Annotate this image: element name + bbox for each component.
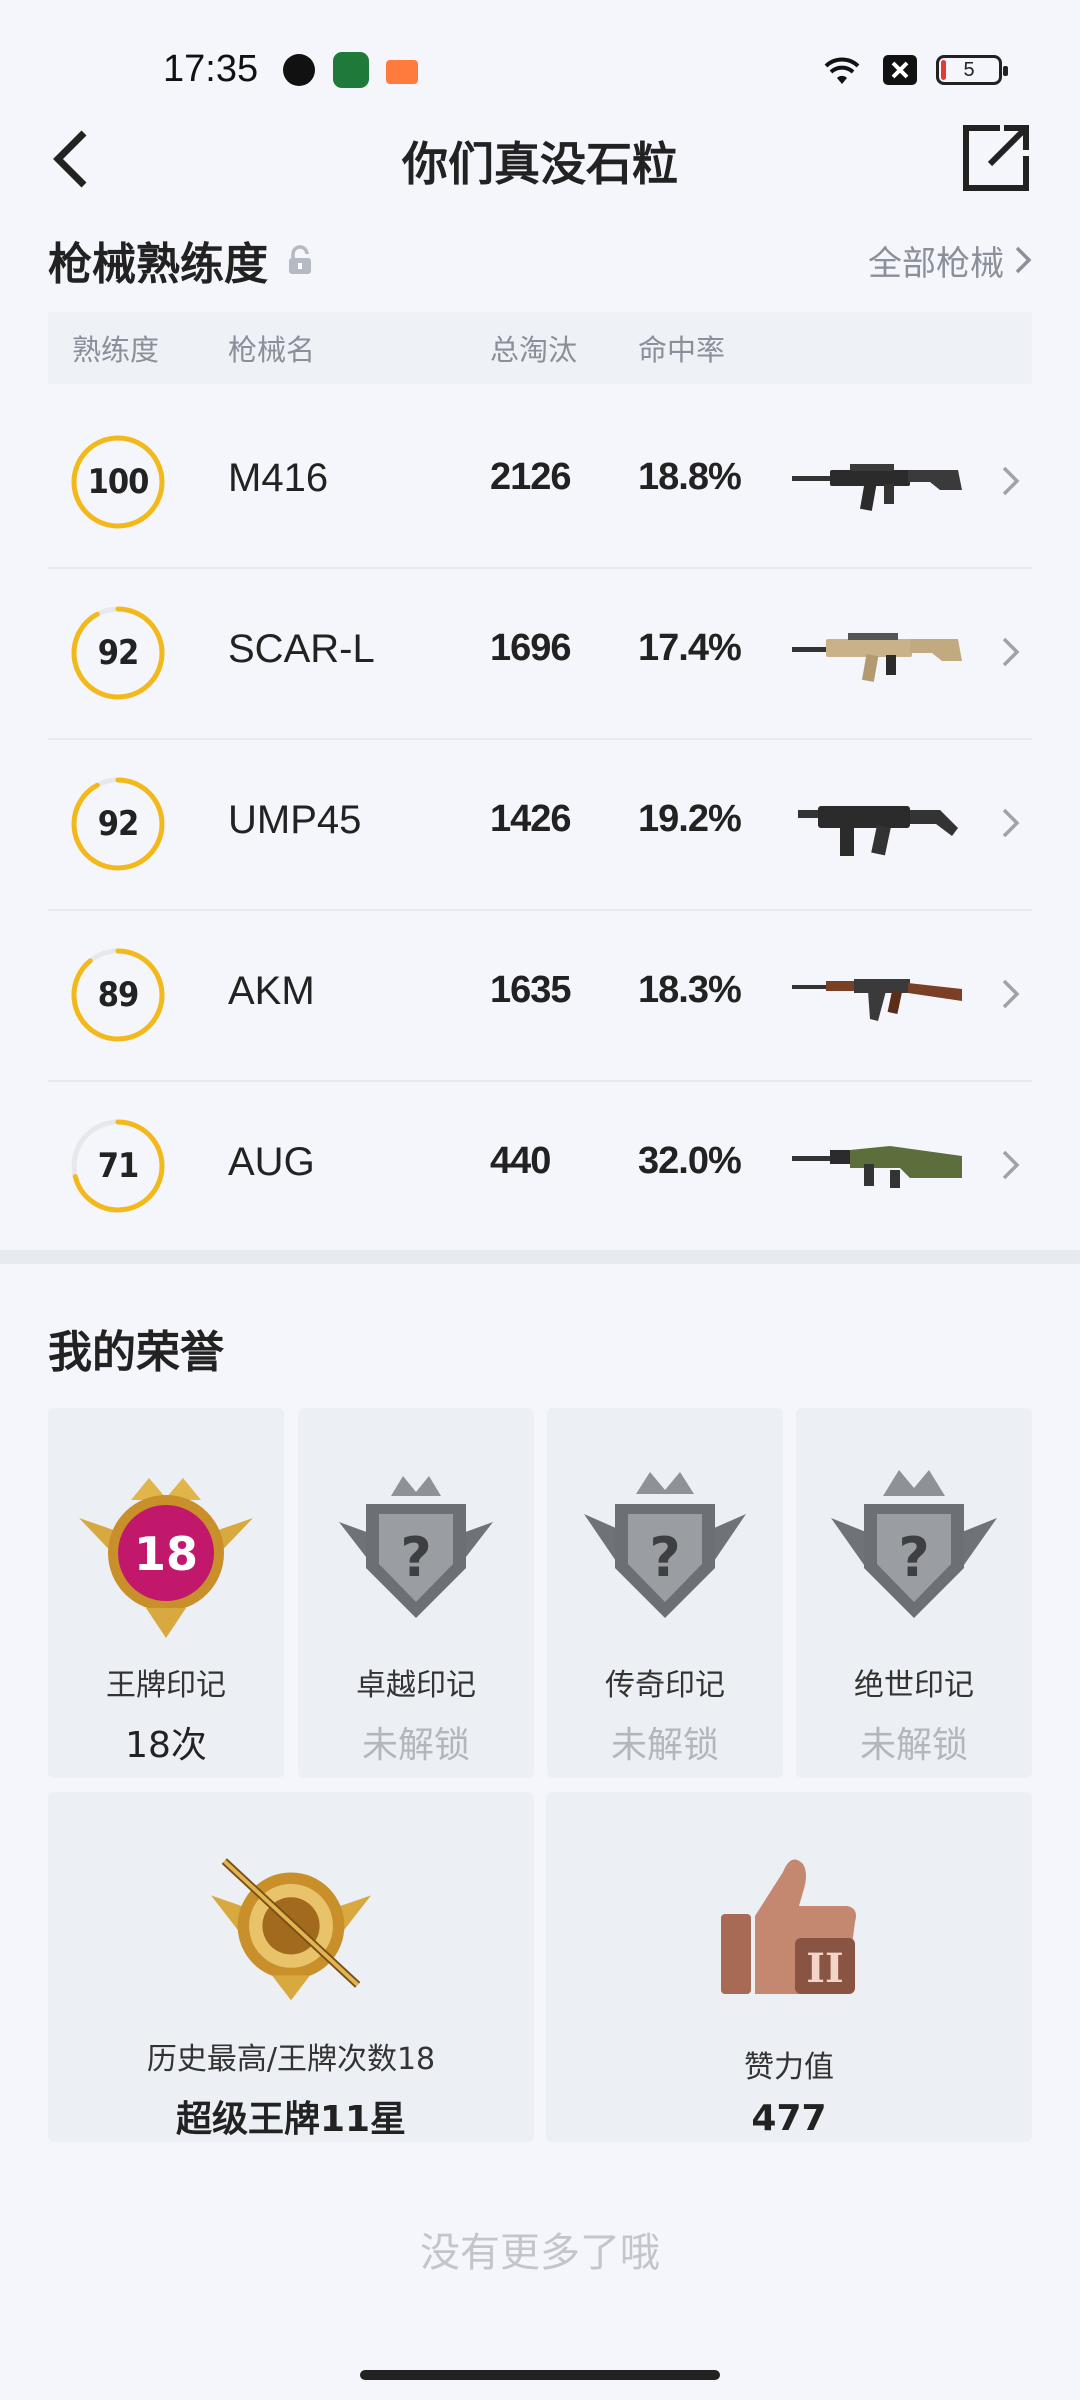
lock-icon bbox=[289, 245, 311, 274]
game-notification-icon bbox=[333, 52, 369, 88]
honor-value: 未解锁 bbox=[859, 1725, 968, 1766]
honor-value: 未解锁 bbox=[610, 1725, 719, 1766]
proficiency-value: 92 bbox=[97, 804, 140, 844]
chevron-right-icon bbox=[1002, 637, 1020, 667]
honor-card-peerless[interactable]: ? 绝世印记 未解锁 bbox=[796, 1408, 1032, 1778]
no-sim-icon bbox=[883, 55, 917, 85]
weapon-row-ump45[interactable]: 92 UMP45 1426 19.2% bbox=[48, 740, 1032, 911]
app-notification-icon bbox=[283, 54, 315, 86]
weapons-table: 100 M416 2126 18.8% 92 SCAR-L 1696 17.4%… bbox=[48, 398, 1032, 1253]
proficiency-value: 89 bbox=[97, 975, 140, 1015]
proficiency-value: 100 bbox=[87, 462, 150, 502]
honor-value: 477 bbox=[751, 2098, 827, 2139]
locked-badge-icon: ? bbox=[339, 1476, 493, 1618]
weapons-title: 枪械熟练度 bbox=[48, 228, 314, 292]
m416-rifle-icon bbox=[792, 464, 962, 511]
honor-card-best-rank[interactable]: 历史最高/王牌次数18 超级王牌11星 bbox=[48, 1792, 534, 2142]
weapon-accuracy: 19.2% bbox=[638, 798, 742, 840]
status-right: 5 bbox=[820, 52, 1008, 88]
weapon-kills: 1426 bbox=[490, 798, 572, 840]
honor-card-ace[interactable]: 18 王牌印记 18次 bbox=[48, 1408, 284, 1778]
weapons-title-text: 枪械熟练度 bbox=[48, 239, 268, 290]
section-divider bbox=[0, 1250, 1080, 1264]
col-proficiency: 熟练度 bbox=[72, 333, 160, 367]
honor-label: 卓越印记 bbox=[356, 1668, 476, 1703]
honor-value: 超级王牌11星 bbox=[175, 2099, 407, 2140]
battery-level: 5 bbox=[963, 58, 975, 81]
honors-title: 我的荣誉 bbox=[48, 1327, 224, 1378]
honor-value: 未解锁 bbox=[361, 1725, 470, 1766]
col-weapon-name: 枪械名 bbox=[228, 333, 316, 367]
mail-notification-icon bbox=[386, 60, 418, 84]
proficiency-value: 71 bbox=[97, 1146, 140, 1186]
weapon-row-m416[interactable]: 100 M416 2126 18.8% bbox=[48, 398, 1032, 569]
weapon-kills: 440 bbox=[490, 1140, 551, 1182]
weapon-name: SCAR-L bbox=[228, 627, 375, 671]
weapon-name: AKM bbox=[228, 969, 315, 1013]
ace-mark-badge-icon: 18 bbox=[79, 1478, 253, 1638]
honor-label: 王牌印记 bbox=[106, 1668, 226, 1703]
honor-card-excellence[interactable]: ? 卓越印记 未解锁 bbox=[298, 1408, 534, 1778]
weapon-name: UMP45 bbox=[228, 798, 362, 842]
weapon-name: AUG bbox=[228, 1140, 315, 1184]
honor-value: 18次 bbox=[125, 1725, 207, 1766]
share-button[interactable] bbox=[960, 122, 1032, 194]
weapon-row-aug[interactable]: 71 AUG 440 32.0% bbox=[48, 1082, 1032, 1253]
weapons-table-header: 熟练度 枪械名 总淘汰 命中率 bbox=[48, 312, 1032, 384]
share-icon bbox=[963, 125, 1029, 191]
no-more-content-note: 没有更多了哦 bbox=[420, 2230, 660, 2276]
rank-trophy-icon bbox=[210, 1858, 372, 2001]
col-total-kills: 总淘汰 bbox=[490, 333, 578, 367]
chevron-right-icon bbox=[1002, 466, 1020, 496]
weapon-kills: 2126 bbox=[490, 456, 572, 498]
home-indicator[interactable] bbox=[360, 2370, 720, 2380]
akm-rifle-icon bbox=[792, 979, 962, 1021]
scar-l-rifle-icon bbox=[792, 633, 962, 682]
weapon-accuracy: 17.4% bbox=[638, 627, 742, 669]
weapon-name: M416 bbox=[228, 456, 329, 500]
battery-icon: 5 bbox=[936, 55, 1008, 85]
locked-badge-icon: ? bbox=[584, 1472, 746, 1618]
weapon-row-akm[interactable]: 89 AKM 1635 18.3% bbox=[48, 911, 1032, 1082]
svg-text:II: II bbox=[806, 1945, 843, 1992]
chevron-right-icon bbox=[1002, 979, 1020, 1009]
weapon-kills: 1696 bbox=[490, 627, 572, 669]
status-time: 17:35 bbox=[163, 48, 259, 90]
honor-label: 传奇印记 bbox=[605, 1668, 725, 1703]
weapon-accuracy: 18.3% bbox=[638, 969, 742, 1011]
chevron-right-icon bbox=[1002, 1150, 1020, 1180]
header: 你们真没石粒 bbox=[0, 118, 1080, 198]
weapon-kills: 1635 bbox=[490, 969, 572, 1011]
page-title: 你们真没石粒 bbox=[402, 137, 678, 191]
ace-badge-number: 18 bbox=[134, 1527, 198, 1581]
honor-card-legend[interactable]: ? 传奇印记 未解锁 bbox=[547, 1408, 783, 1778]
chevron-right-icon bbox=[1002, 808, 1020, 838]
svg-text:?: ? bbox=[898, 1526, 929, 1589]
chevron-right-icon bbox=[1015, 246, 1032, 274]
proficiency-value: 92 bbox=[97, 633, 140, 673]
all-weapons-link[interactable]: 全部枪械 bbox=[868, 236, 1032, 285]
thumbs-up-icon: II bbox=[721, 1859, 856, 1994]
weapon-row-scar-l[interactable]: 92 SCAR-L 1696 17.4% bbox=[48, 569, 1032, 740]
honor-card-likes[interactable]: II 赞力值 477 bbox=[546, 1792, 1032, 2142]
honor-label: 绝世印记 bbox=[854, 1668, 974, 1703]
svg-text:?: ? bbox=[649, 1526, 680, 1589]
honor-label: 历史最高/王牌次数18 bbox=[146, 2042, 436, 2077]
ump45-smg-icon bbox=[798, 806, 958, 856]
all-weapons-label: 全部枪械 bbox=[868, 243, 1004, 284]
locked-badge-icon: ? bbox=[831, 1470, 997, 1618]
weapon-accuracy: 18.8% bbox=[638, 456, 742, 498]
wifi-icon bbox=[824, 57, 860, 84]
honors-section-header: 我的荣誉 bbox=[48, 1316, 1032, 1380]
svg-text:?: ? bbox=[400, 1526, 431, 1589]
col-accuracy: 命中率 bbox=[638, 333, 726, 367]
aug-rifle-icon bbox=[792, 1146, 962, 1188]
weapons-section-header: 枪械熟练度 全部枪械 bbox=[48, 228, 1032, 292]
weapon-accuracy: 32.0% bbox=[638, 1140, 742, 1182]
honor-label: 赞力值 bbox=[744, 2050, 834, 2085]
